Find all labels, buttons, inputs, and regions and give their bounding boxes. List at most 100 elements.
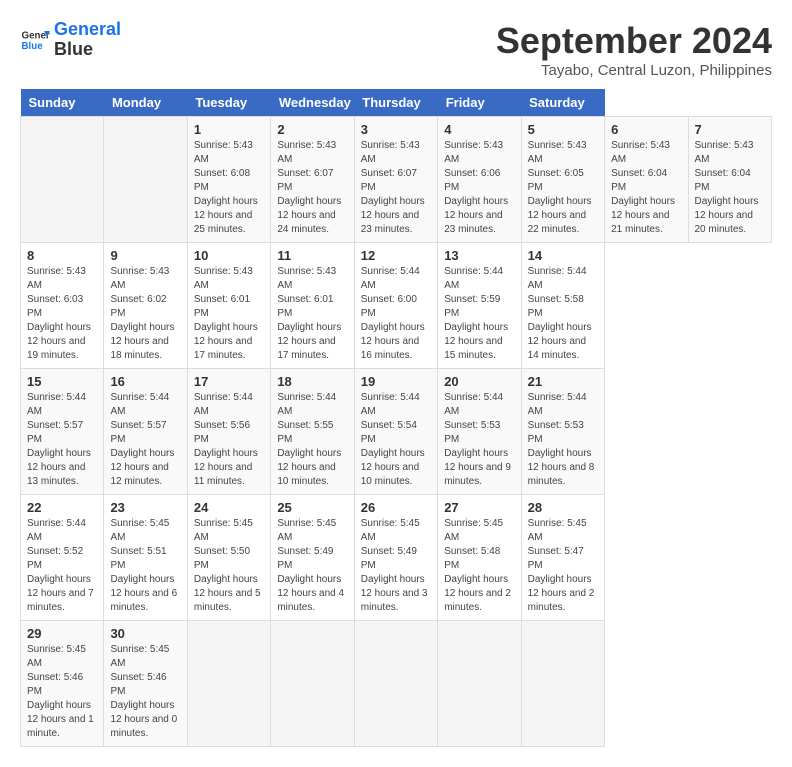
day-number: 13 (444, 248, 514, 263)
week-row-3: 15 Sunrise: 5:44 AM Sunset: 5:57 PM Dayl… (21, 369, 772, 495)
day-info: Sunrise: 5:44 AM Sunset: 5:57 PM Dayligh… (110, 391, 180, 489)
day-cell: 27 Sunrise: 5:45 AM Sunset: 5:48 PM Dayl… (438, 495, 521, 621)
day-cell: 21 Sunrise: 5:44 AM Sunset: 5:53 PM Dayl… (521, 369, 604, 495)
day-info: Sunrise: 5:45 AM Sunset: 5:47 PM Dayligh… (528, 517, 598, 615)
day-number: 12 (361, 248, 431, 263)
day-info: Sunrise: 5:45 AM Sunset: 5:46 PM Dayligh… (110, 643, 180, 741)
col-header-wednesday: Wednesday (271, 89, 354, 117)
week-row-5: 29 Sunrise: 5:45 AM Sunset: 5:46 PM Dayl… (21, 621, 772, 747)
logo-icon: General Blue (20, 25, 50, 55)
day-cell: 20 Sunrise: 5:44 AM Sunset: 5:53 PM Dayl… (438, 369, 521, 495)
day-number: 3 (361, 122, 431, 137)
day-number: 10 (194, 248, 264, 263)
day-number: 23 (110, 500, 180, 515)
day-cell: 17 Sunrise: 5:44 AM Sunset: 5:56 PM Dayl… (187, 369, 270, 495)
day-cell: 12 Sunrise: 5:44 AM Sunset: 6:00 PM Dayl… (354, 243, 437, 369)
day-info: Sunrise: 5:43 AM Sunset: 6:01 PM Dayligh… (194, 265, 264, 363)
logo-text: GeneralBlue (54, 20, 121, 60)
week-row-2: 8 Sunrise: 5:43 AM Sunset: 6:03 PM Dayli… (21, 243, 772, 369)
svg-text:Blue: Blue (22, 41, 44, 52)
week-row-1: 1 Sunrise: 5:43 AM Sunset: 6:08 PM Dayli… (21, 117, 772, 243)
day-cell: 3 Sunrise: 5:43 AM Sunset: 6:07 PM Dayli… (354, 117, 437, 243)
day-cell: 2 Sunrise: 5:43 AM Sunset: 6:07 PM Dayli… (271, 117, 354, 243)
day-cell (271, 621, 354, 747)
day-cell: 7 Sunrise: 5:43 AM Sunset: 6:04 PM Dayli… (688, 117, 772, 243)
col-header-monday: Monday (104, 89, 187, 117)
day-number: 28 (528, 500, 598, 515)
col-header-thursday: Thursday (354, 89, 437, 117)
day-cell: 4 Sunrise: 5:43 AM Sunset: 6:06 PM Dayli… (438, 117, 521, 243)
day-cell: 8 Sunrise: 5:43 AM Sunset: 6:03 PM Dayli… (21, 243, 104, 369)
day-info: Sunrise: 5:44 AM Sunset: 5:53 PM Dayligh… (528, 391, 598, 489)
day-info: Sunrise: 5:43 AM Sunset: 6:04 PM Dayligh… (611, 139, 681, 237)
day-cell (187, 621, 270, 747)
day-info: Sunrise: 5:45 AM Sunset: 5:49 PM Dayligh… (277, 517, 347, 615)
day-number: 25 (277, 500, 347, 515)
day-cell (438, 621, 521, 747)
day-cell: 22 Sunrise: 5:44 AM Sunset: 5:52 PM Dayl… (21, 495, 104, 621)
day-cell: 13 Sunrise: 5:44 AM Sunset: 5:59 PM Dayl… (438, 243, 521, 369)
day-info: Sunrise: 5:45 AM Sunset: 5:49 PM Dayligh… (361, 517, 431, 615)
day-number: 5 (528, 122, 598, 137)
day-info: Sunrise: 5:45 AM Sunset: 5:46 PM Dayligh… (27, 643, 97, 741)
day-info: Sunrise: 5:44 AM Sunset: 5:53 PM Dayligh… (444, 391, 514, 489)
day-info: Sunrise: 5:43 AM Sunset: 6:01 PM Dayligh… (277, 265, 347, 363)
day-info: Sunrise: 5:45 AM Sunset: 5:51 PM Dayligh… (110, 517, 180, 615)
day-cell: 26 Sunrise: 5:45 AM Sunset: 5:49 PM Dayl… (354, 495, 437, 621)
day-number: 29 (27, 626, 97, 641)
day-number: 20 (444, 374, 514, 389)
day-cell (104, 117, 187, 243)
day-number: 9 (110, 248, 180, 263)
day-number: 26 (361, 500, 431, 515)
day-info: Sunrise: 5:44 AM Sunset: 5:54 PM Dayligh… (361, 391, 431, 489)
header-row: SundayMondayTuesdayWednesdayThursdayFrid… (21, 89, 772, 117)
day-number: 14 (528, 248, 598, 263)
day-number: 1 (194, 122, 264, 137)
day-cell: 18 Sunrise: 5:44 AM Sunset: 5:55 PM Dayl… (271, 369, 354, 495)
header: General Blue GeneralBlue September 2024 … (20, 20, 772, 79)
day-info: Sunrise: 5:43 AM Sunset: 6:03 PM Dayligh… (27, 265, 97, 363)
day-cell: 15 Sunrise: 5:44 AM Sunset: 5:57 PM Dayl… (21, 369, 104, 495)
day-info: Sunrise: 5:44 AM Sunset: 5:57 PM Dayligh… (27, 391, 97, 489)
day-cell: 30 Sunrise: 5:45 AM Sunset: 5:46 PM Dayl… (104, 621, 187, 747)
day-cell: 1 Sunrise: 5:43 AM Sunset: 6:08 PM Dayli… (187, 117, 270, 243)
day-info: Sunrise: 5:44 AM Sunset: 5:55 PM Dayligh… (277, 391, 347, 489)
col-header-sunday: Sunday (21, 89, 104, 117)
day-cell: 5 Sunrise: 5:43 AM Sunset: 6:05 PM Dayli… (521, 117, 604, 243)
day-number: 7 (695, 122, 766, 137)
day-number: 4 (444, 122, 514, 137)
day-info: Sunrise: 5:43 AM Sunset: 6:07 PM Dayligh… (277, 139, 347, 237)
day-cell: 19 Sunrise: 5:44 AM Sunset: 5:54 PM Dayl… (354, 369, 437, 495)
logo: General Blue GeneralBlue (20, 20, 121, 60)
day-number: 6 (611, 122, 681, 137)
day-info: Sunrise: 5:44 AM Sunset: 5:56 PM Dayligh… (194, 391, 264, 489)
day-cell: 9 Sunrise: 5:43 AM Sunset: 6:02 PM Dayli… (104, 243, 187, 369)
day-number: 27 (444, 500, 514, 515)
day-number: 15 (27, 374, 97, 389)
col-header-tuesday: Tuesday (187, 89, 270, 117)
day-cell: 14 Sunrise: 5:44 AM Sunset: 5:58 PM Dayl… (521, 243, 604, 369)
day-number: 21 (528, 374, 598, 389)
day-cell: 23 Sunrise: 5:45 AM Sunset: 5:51 PM Dayl… (104, 495, 187, 621)
day-cell: 11 Sunrise: 5:43 AM Sunset: 6:01 PM Dayl… (271, 243, 354, 369)
month-title: September 2024 (496, 20, 772, 62)
day-number: 30 (110, 626, 180, 641)
day-number: 2 (277, 122, 347, 137)
day-info: Sunrise: 5:45 AM Sunset: 5:48 PM Dayligh… (444, 517, 514, 615)
title-area: September 2024 Tayabo, Central Luzon, Ph… (496, 20, 772, 79)
day-cell: 16 Sunrise: 5:44 AM Sunset: 5:57 PM Dayl… (104, 369, 187, 495)
day-number: 16 (110, 374, 180, 389)
day-info: Sunrise: 5:43 AM Sunset: 6:07 PM Dayligh… (361, 139, 431, 237)
day-cell (21, 117, 104, 243)
day-cell (354, 621, 437, 747)
day-info: Sunrise: 5:44 AM Sunset: 6:00 PM Dayligh… (361, 265, 431, 363)
day-cell: 24 Sunrise: 5:45 AM Sunset: 5:50 PM Dayl… (187, 495, 270, 621)
location: Tayabo, Central Luzon, Philippines (496, 62, 772, 79)
day-info: Sunrise: 5:44 AM Sunset: 5:58 PM Dayligh… (528, 265, 598, 363)
day-info: Sunrise: 5:45 AM Sunset: 5:50 PM Dayligh… (194, 517, 264, 615)
day-number: 8 (27, 248, 97, 263)
day-cell: 29 Sunrise: 5:45 AM Sunset: 5:46 PM Dayl… (21, 621, 104, 747)
day-info: Sunrise: 5:43 AM Sunset: 6:05 PM Dayligh… (528, 139, 598, 237)
day-info: Sunrise: 5:43 AM Sunset: 6:06 PM Dayligh… (444, 139, 514, 237)
day-number: 11 (277, 248, 347, 263)
